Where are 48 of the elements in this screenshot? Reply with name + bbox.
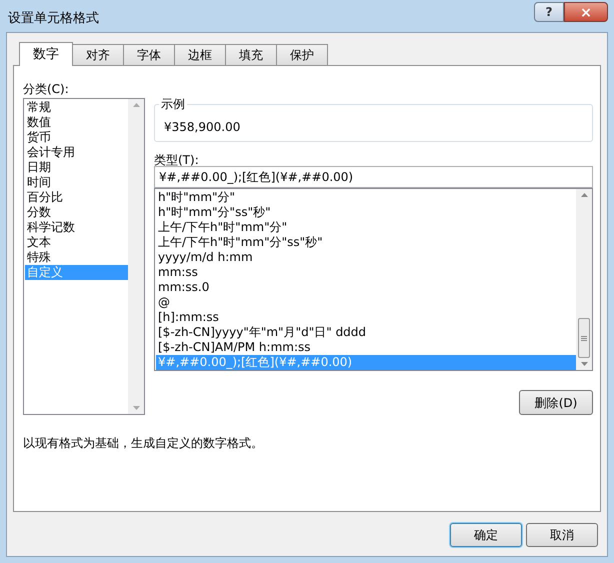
list-item[interactable]: 数值: [25, 115, 128, 130]
cancel-button[interactable]: 取消: [526, 523, 598, 547]
list-item[interactable]: [$-zh-CN]yyyy"年"m"月"d"日" dddd: [156, 325, 576, 340]
description-text: 以现有格式为基础，生成自定义的数字格式。: [23, 436, 263, 450]
list-item[interactable]: 分数: [25, 205, 128, 220]
list-item[interactable]: 上午/下午h"时"mm"分"ss"秒": [156, 235, 576, 250]
list-item[interactable]: 货币: [25, 130, 128, 145]
scrollbar[interactable]: [128, 99, 144, 414]
category-list[interactable]: 常规 数值 货币 会计专用 日期 时间 百分比 分数 科学记数 文本 特殊 自定义: [23, 98, 145, 415]
help-button[interactable]: ?: [534, 2, 564, 22]
list-item[interactable]: 特殊: [25, 250, 128, 265]
list-item[interactable]: 百分比: [25, 190, 128, 205]
scroll-down-icon[interactable]: [580, 362, 588, 366]
window-title: 设置单元格格式: [8, 10, 99, 28]
list-item[interactable]: 科学记数: [25, 220, 128, 235]
grip-icon: [581, 336, 587, 340]
delete-button[interactable]: 删除(D): [519, 390, 593, 415]
list-item[interactable]: mm:ss: [156, 265, 576, 280]
list-item[interactable]: [h]:mm:ss: [156, 310, 576, 325]
list-item[interactable]: 上午/下午h"时"mm"分": [156, 220, 576, 235]
tab[interactable]: 字体: [124, 44, 175, 65]
tab[interactable]: 对齐: [73, 44, 124, 65]
list-item[interactable]: h"时"mm"分": [156, 190, 576, 205]
tab[interactable]: 保护: [277, 44, 328, 65]
sample-value: ¥358,900.00: [164, 119, 240, 136]
list-item[interactable]: 时间: [25, 175, 128, 190]
list-item[interactable]: 会计专用: [25, 145, 128, 160]
tab[interactable]: 填充: [226, 44, 277, 65]
scroll-up-icon[interactable]: [132, 103, 140, 107]
list-item[interactable]: mm:ss.0: [156, 280, 576, 295]
scroll-up-icon[interactable]: [580, 193, 588, 197]
list-item[interactable]: 文本: [25, 235, 128, 250]
scroll-thumb[interactable]: [578, 318, 590, 358]
type-field[interactable]: ¥#,##0.00_);[红色](¥#,##0.00): [154, 166, 593, 188]
ok-button[interactable]: 确定: [450, 523, 522, 547]
list-item[interactable]: @: [156, 295, 576, 310]
list-item[interactable]: h"时"mm"分"ss"秒": [156, 205, 576, 220]
scrollbar[interactable]: [576, 189, 592, 370]
tab[interactable]: 边框: [175, 44, 226, 65]
list-item[interactable]: 常规: [25, 100, 128, 115]
category-label: 分类(C):: [23, 82, 69, 96]
list-item[interactable]: 日期: [25, 160, 128, 175]
format-list[interactable]: h"时"mm"分" h"时"mm"分"ss"秒" 上午/下午h"时"mm"分" 上午/下午h"时"mm"分"ss"秒" yyyy/m/d h:mm mm:ss mm:ss.0 @ [h]:mm:ss [$-zh-CN]yyyy"年"m"月"d"日" dddd [$-zh-CN]AM/PM h:mm:ss ¥#,##0.00_);[红色](¥#,##0.00): [154, 188, 593, 371]
list-item[interactable]: yyyy/m/d h:mm: [156, 250, 576, 265]
tab[interactable]: 数字: [19, 42, 73, 66]
list-item[interactable]: [$-zh-CN]AM/PM h:mm:ss: [156, 340, 576, 355]
type-label: 类型(T):: [154, 153, 199, 167]
scroll-down-icon[interactable]: [132, 406, 140, 410]
